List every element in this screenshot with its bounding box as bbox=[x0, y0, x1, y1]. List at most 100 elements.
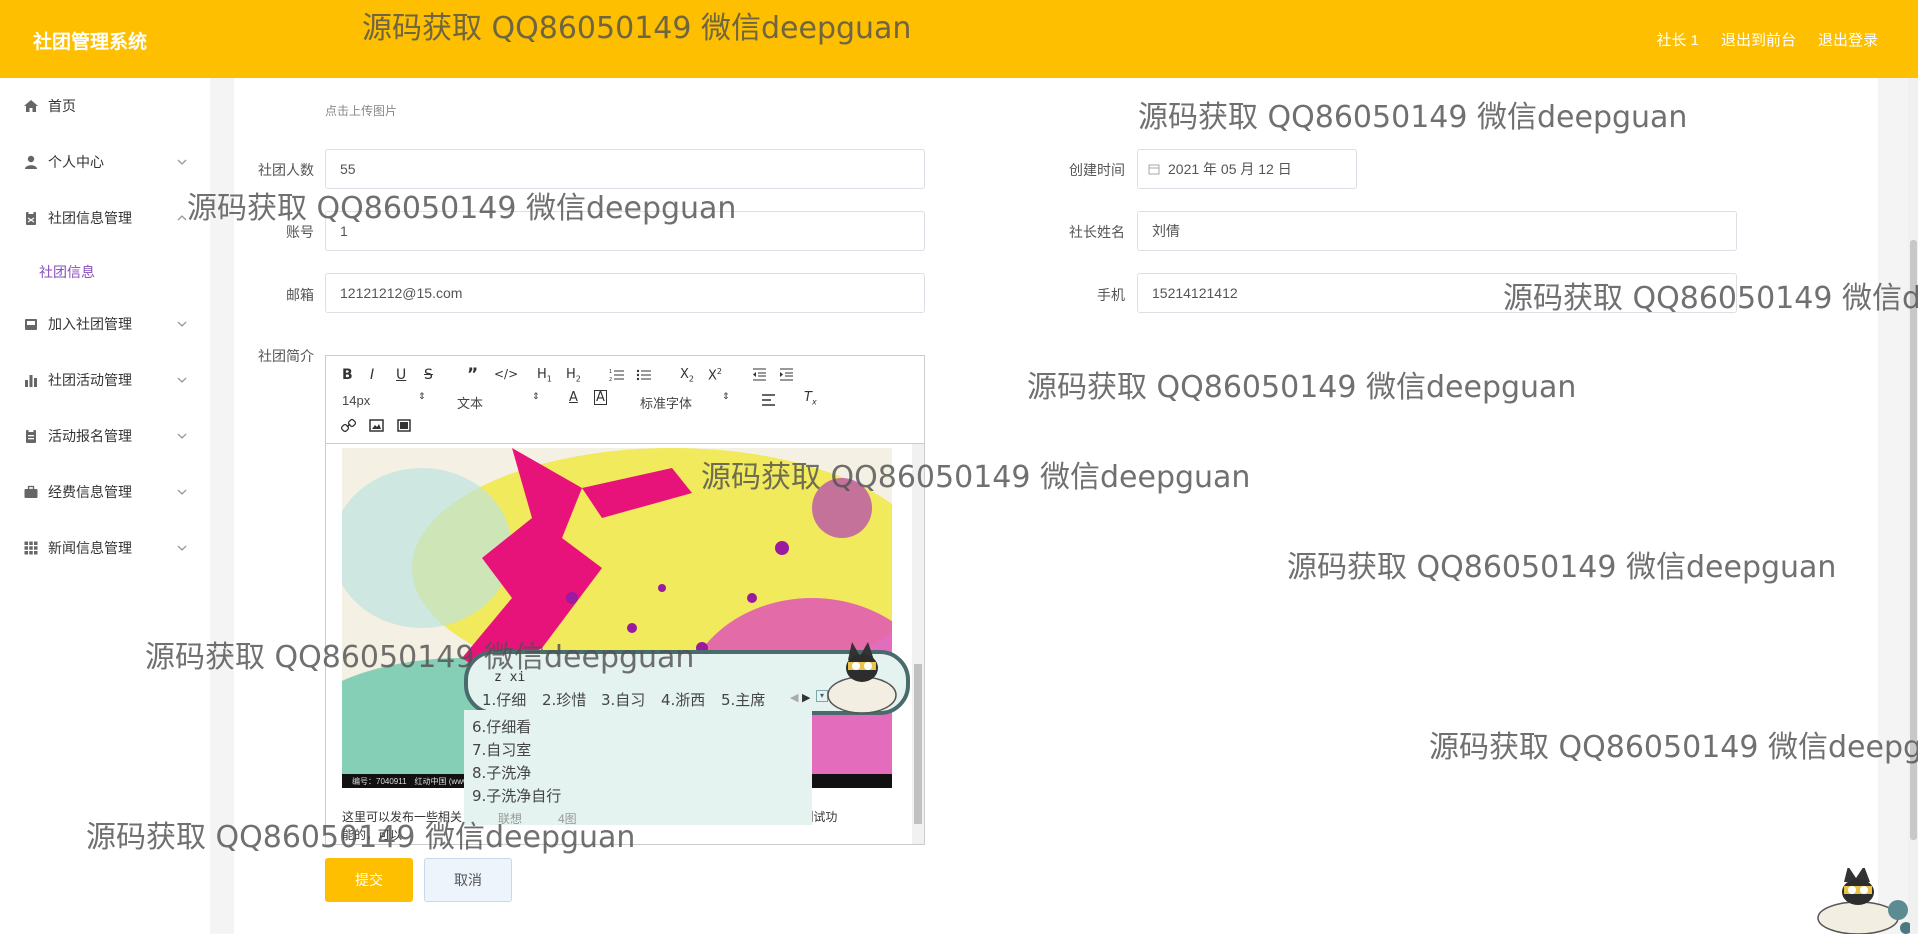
chevron-up-icon bbox=[177, 215, 187, 221]
submenu-item-club-info[interactable]: 社团信息 bbox=[39, 262, 95, 282]
heading2-icon[interactable]: H2 bbox=[566, 367, 581, 384]
sidebar-item-funds[interactable]: 经费信息管理 bbox=[0, 472, 210, 512]
ime-footer-right[interactable]: 4图 bbox=[558, 810, 577, 827]
ime-candidate[interactable]: 4.浙西 bbox=[661, 689, 705, 710]
ime-candidate[interactable]: 3.自习 bbox=[601, 689, 645, 710]
calendar-icon bbox=[1148, 164, 1160, 175]
front-page-link[interactable]: 退出到前台 bbox=[1721, 29, 1796, 50]
chevron-down-icon bbox=[177, 433, 187, 439]
members-label: 社团人数 bbox=[258, 162, 314, 178]
italic-icon[interactable]: I bbox=[370, 367, 374, 383]
sidebar-item-label: 经费信息管理 bbox=[48, 484, 132, 500]
clear-format-icon[interactable]: Tx bbox=[804, 390, 817, 407]
created-time-label: 创建时间 bbox=[1069, 162, 1125, 178]
align-left-icon[interactable] bbox=[761, 394, 776, 406]
video-icon[interactable] bbox=[397, 419, 411, 432]
block-type-dropdown-icon: ⇕ bbox=[532, 392, 540, 402]
ime-candidate[interactable]: 7.自习室 bbox=[472, 739, 531, 760]
subscript-icon[interactable]: X2 bbox=[680, 367, 694, 384]
email-input[interactable]: 12121212@15.com bbox=[325, 273, 925, 313]
sidebar-item-label: 个人中心 bbox=[48, 154, 104, 170]
background-color-icon[interactable]: A bbox=[594, 390, 607, 405]
font-size-select[interactable]: 14px bbox=[342, 393, 370, 408]
sidebar-item-activities[interactable]: 社团活动管理 bbox=[0, 360, 210, 400]
briefcase-icon bbox=[24, 485, 38, 498]
logout-link[interactable]: 退出登录 bbox=[1818, 29, 1878, 50]
ime-next-icon[interactable]: ▶ bbox=[802, 691, 810, 704]
ime-mascot-icon bbox=[827, 642, 897, 714]
svg-text:1: 1 bbox=[609, 369, 612, 375]
submit-button[interactable]: 提交 bbox=[325, 858, 413, 902]
heading1-icon[interactable]: H1 bbox=[537, 367, 552, 384]
ime-footer-left[interactable]: 联想 bbox=[498, 810, 522, 827]
blockquote-icon[interactable]: ” bbox=[467, 365, 478, 385]
created-time-input[interactable]: 2021 年 05 月 12 日 bbox=[1137, 149, 1357, 189]
ime-candidate[interactable]: 5.主席 bbox=[721, 689, 765, 710]
outdent-icon[interactable] bbox=[752, 368, 767, 381]
bullet-list-icon[interactable] bbox=[636, 368, 652, 382]
ime-prev-icon[interactable]: ◀ bbox=[790, 691, 798, 704]
code-icon[interactable]: </> bbox=[494, 367, 518, 381]
header-links: 社长 1 退出到前台 退出登录 bbox=[1656, 29, 1878, 50]
block-type-select[interactable]: 文本 bbox=[457, 393, 483, 412]
editor-text-left: 这里可以发布一些相关 bbox=[342, 810, 463, 824]
chart-icon bbox=[25, 375, 37, 387]
ime-candidate[interactable]: 9.子洗净自行 bbox=[472, 785, 561, 806]
font-family-dropdown-icon: ⇕ bbox=[722, 392, 730, 402]
sidebar-item-label: 活动报名管理 bbox=[48, 428, 132, 444]
upload-hint[interactable]: 点击上传图片 bbox=[325, 102, 397, 119]
editor-text-line2: 能的，可以 bbox=[342, 828, 403, 842]
superscript-icon[interactable]: X2 bbox=[708, 367, 722, 383]
ime-candidate-popup[interactable]: z xi 1.仔细 2.珍惜 3.自习 4.浙西 5.主席 ◀ ▶ ▾ 6.仔细… bbox=[450, 642, 914, 827]
account-input[interactable]: 1 bbox=[325, 211, 925, 251]
inbox-icon bbox=[25, 319, 37, 330]
font-size-dropdown-icon: ⇕ bbox=[418, 392, 426, 402]
page-scrollbar-thumb[interactable] bbox=[1910, 240, 1917, 840]
text-color-icon[interactable]: A bbox=[569, 390, 578, 405]
image-icon[interactable] bbox=[369, 419, 384, 432]
strikethrough-icon[interactable]: S bbox=[424, 367, 433, 383]
ime-candidate[interactable]: 6.仔细看 bbox=[472, 716, 531, 737]
bold-icon[interactable]: B bbox=[342, 367, 353, 383]
chevron-down-icon bbox=[177, 159, 187, 165]
underline-icon[interactable]: U bbox=[396, 367, 406, 383]
sidebar-item-club-info[interactable]: 社团信息管理 bbox=[0, 198, 210, 238]
members-input[interactable]: 55 bbox=[325, 149, 925, 189]
phone-input[interactable]: 15214121412 bbox=[1137, 273, 1737, 313]
sidebar-item-home[interactable]: 首页 bbox=[0, 86, 210, 126]
clipboard-icon bbox=[26, 211, 36, 225]
ime-composition: z xi bbox=[494, 670, 526, 685]
indent-icon[interactable] bbox=[779, 368, 794, 381]
grid-icon bbox=[24, 541, 38, 555]
leader-name-input[interactable]: 刘倩 bbox=[1137, 211, 1737, 251]
ime-candidate[interactable]: 8.子洗净 bbox=[472, 762, 531, 783]
created-time-value: 2021 年 05 月 12 日 bbox=[1168, 161, 1292, 177]
top-header: 社团管理系统 社长 1 退出到前台 退出登录 bbox=[0, 0, 1918, 78]
ordered-list-icon[interactable]: 12 bbox=[609, 368, 625, 382]
cancel-button[interactable]: 取消 bbox=[424, 858, 512, 902]
sidebar-item-news[interactable]: 新闻信息管理 bbox=[0, 528, 210, 568]
sidebar-item-registration[interactable]: 活动报名管理 bbox=[0, 416, 210, 456]
email-label: 邮箱 bbox=[286, 287, 314, 303]
sidebar-item-label: 社团活动管理 bbox=[48, 372, 132, 388]
sidebar-item-join[interactable]: 加入社团管理 bbox=[0, 304, 210, 344]
app-title: 社团管理系统 bbox=[33, 32, 148, 53]
font-family-select[interactable]: 标准字体 bbox=[640, 393, 692, 412]
link-icon[interactable] bbox=[341, 418, 356, 433]
chevron-down-icon bbox=[177, 545, 187, 551]
chevron-down-icon bbox=[177, 321, 187, 327]
editor-scrollbar-thumb[interactable] bbox=[914, 664, 922, 824]
sidebar-item-profile[interactable]: 个人中心 bbox=[0, 142, 210, 182]
ime-candidate[interactable]: 2.珍惜 bbox=[542, 689, 586, 710]
account-label: 账号 bbox=[286, 224, 314, 240]
sidebar-item-label: 加入社团管理 bbox=[48, 316, 132, 332]
user-link[interactable]: 社长 1 bbox=[1656, 29, 1699, 50]
sidebar-item-label: 新闻信息管理 bbox=[48, 540, 132, 556]
leader-name-label: 社长姓名 bbox=[1069, 224, 1125, 240]
editor-toolbar: B I U S ” </> H1 H2 12 X2 X2 14px ⇕ 文本 ⇕… bbox=[326, 356, 924, 444]
corner-mascot-icon bbox=[1817, 868, 1910, 934]
chevron-down-icon bbox=[177, 489, 187, 495]
chevron-down-icon bbox=[177, 377, 187, 383]
phone-label: 手机 bbox=[1097, 287, 1125, 303]
ime-candidate[interactable]: 1.仔细 bbox=[482, 689, 526, 710]
